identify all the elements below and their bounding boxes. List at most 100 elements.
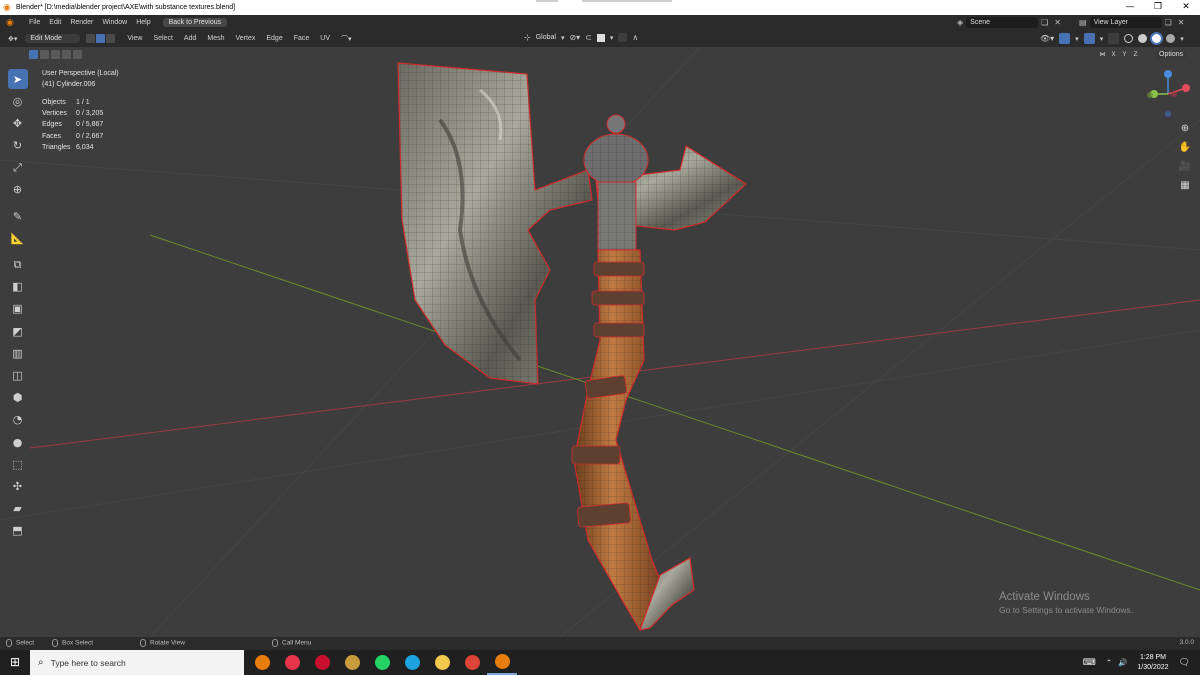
poly-build-tool[interactable]: ⬢	[8, 388, 28, 408]
editor-type-icon[interactable]: ✥▾	[8, 35, 17, 43]
edge-browser-app[interactable]	[397, 650, 427, 675]
overlay-chevron-icon[interactable]: ▾	[1100, 35, 1104, 43]
menu-edge[interactable]: Edge	[266, 35, 282, 42]
bevel-tool[interactable]: ◩	[8, 321, 28, 341]
mode-invert-selection-icon[interactable]	[62, 50, 71, 59]
snap-icon[interactable]: ⊂	[585, 33, 592, 42]
3d-viewport[interactable]: ⋈ X Y Z Options ⊕ ✋ 🎥 ▦ Activate Windows…	[0, 47, 1200, 637]
windows-start-icon[interactable]: ⊞	[0, 650, 30, 675]
mode-subtract-selection-icon[interactable]	[51, 50, 60, 59]
blender-menu-icon[interactable]: ◉	[6, 17, 20, 29]
rip-region-tool[interactable]: ⬒	[8, 521, 28, 541]
edge-slide-tool[interactable]: ⬚	[8, 454, 28, 474]
scene-close-icon[interactable]: ✕	[1054, 18, 1061, 27]
notifications-icon[interactable]: 🗨	[1179, 657, 1190, 668]
chrome-browser-app[interactable]	[457, 650, 487, 675]
menu-add[interactable]: Add	[184, 35, 196, 42]
menu-render[interactable]: Render	[70, 19, 93, 26]
league-of-legends-app[interactable]	[337, 650, 367, 675]
gizmo-chevron-icon[interactable]: ▾	[1075, 35, 1079, 43]
substance-painter-app[interactable]	[277, 650, 307, 675]
minimize-button[interactable]: —	[1116, 0, 1144, 15]
proportional-edit-icon[interactable]	[618, 33, 628, 42]
measure-tool[interactable]: 📐	[8, 228, 28, 248]
shear-tool[interactable]: ▰	[8, 499, 28, 519]
menu-file[interactable]: File	[29, 19, 40, 26]
blender-app[interactable]	[247, 650, 277, 675]
orientation-dropdown[interactable]: Global	[536, 34, 556, 41]
extrude-tool[interactable]: ◧	[8, 277, 28, 297]
annotate-tool[interactable]: ✎	[8, 206, 28, 226]
mode-new-selection-icon[interactable]	[29, 50, 38, 59]
snap-target-icon[interactable]	[596, 33, 605, 42]
mode-dropdown[interactable]: Edit Mode	[25, 34, 81, 43]
gizmo-toggle-icon[interactable]	[1059, 33, 1071, 44]
menu-uv[interactable]: UV	[320, 35, 330, 42]
knife-tool[interactable]: ◫	[8, 365, 28, 385]
keyboard-icon[interactable]: ⌨	[1083, 657, 1096, 668]
spin-tool[interactable]: ◔	[8, 410, 28, 430]
mirror-icon[interactable]: ⋈	[1098, 50, 1107, 60]
shrink-fatten-tool[interactable]: ✣	[8, 476, 28, 496]
speaker-icon[interactable]: 🔊	[1118, 658, 1127, 667]
vertex-select-icon[interactable]	[86, 34, 96, 43]
cursor-tool[interactable]: ◎	[8, 91, 28, 111]
whatsapp-app[interactable]	[367, 650, 397, 675]
wireframe-shading-icon[interactable]	[1124, 34, 1134, 43]
tray-chevron-icon[interactable]: ⌃	[1106, 658, 1112, 667]
davinci-resolve-app[interactable]	[307, 650, 337, 675]
pan-hand-icon[interactable]: ✋	[1178, 141, 1192, 154]
loop-cut-tool[interactable]: ▥	[8, 343, 28, 363]
menu-window[interactable]: Window	[102, 19, 127, 26]
axis-z-button[interactable]: Z	[1131, 50, 1140, 60]
back-to-previous-button[interactable]: Back to Previous	[162, 18, 228, 27]
menu-select[interactable]: Select	[153, 35, 172, 42]
snap-chevron-icon[interactable]: ▾	[610, 34, 614, 42]
mode-intersect-selection-icon[interactable]	[73, 50, 82, 59]
menu-vertex[interactable]: Vertex	[236, 35, 256, 42]
shading-chevron-icon[interactable]: ▾	[1180, 35, 1184, 43]
xray-toggle-icon[interactable]	[1108, 33, 1120, 44]
scene-icon[interactable]: ◈	[957, 18, 963, 27]
rotate-tool[interactable]: ↻	[8, 136, 28, 156]
taskbar-clock[interactable]: 1:28 PM 1/30/2022	[1137, 653, 1168, 673]
view-layer-field[interactable]: View Layer	[1089, 17, 1162, 28]
solid-shading-icon[interactable]	[1138, 34, 1148, 43]
xray-dropdown-icon[interactable]: ⌒▾	[341, 34, 352, 44]
axis-x-button[interactable]: X	[1109, 50, 1118, 60]
material-shading-icon[interactable]	[1152, 34, 1162, 43]
maximize-button[interactable]: ❐	[1144, 0, 1172, 15]
visibility-icon[interactable]: 👁▾	[1040, 34, 1054, 43]
zoom-icon[interactable]: ⊕	[1178, 122, 1192, 135]
navigation-gizmo[interactable]	[1140, 66, 1196, 122]
move-tool[interactable]: ✥	[8, 113, 28, 133]
close-button[interactable]: ✕	[1172, 0, 1200, 15]
view-layer-copy-icon[interactable]: ❏	[1165, 18, 1172, 27]
menu-help[interactable]: Help	[136, 19, 150, 26]
options-dropdown[interactable]: Options	[1155, 50, 1188, 59]
blender-app-running[interactable]	[487, 650, 517, 675]
smooth-tool[interactable]: ●	[8, 432, 28, 452]
camera-view-icon[interactable]: 🎥	[1178, 160, 1192, 173]
menu-edit[interactable]: Edit	[49, 19, 61, 26]
scene-field[interactable]: Scene	[966, 17, 1039, 28]
view-layer-icon[interactable]: ▤	[1079, 18, 1087, 27]
taskbar-search-box[interactable]: ⌕ Type here to search	[30, 650, 244, 675]
scale-tool[interactable]: ⤢	[8, 158, 28, 178]
view-layer-close-icon[interactable]: ✕	[1178, 18, 1185, 27]
menu-view[interactable]: View	[127, 35, 142, 42]
select-box-tool[interactable]: ➤	[7, 69, 28, 89]
scene-copy-icon[interactable]: ❏	[1041, 18, 1048, 27]
add-cube-tool[interactable]: ⧉	[8, 255, 28, 275]
face-select-icon[interactable]	[106, 34, 116, 43]
file-explorer-app[interactable]	[427, 650, 457, 675]
axis-y-button[interactable]: Y	[1120, 50, 1129, 60]
overlay-toggle-icon[interactable]	[1083, 33, 1095, 44]
pivot-icon[interactable]: ⊘▾	[569, 33, 580, 42]
menu-face[interactable]: Face	[294, 35, 310, 42]
rendered-shading-icon[interactable]	[1166, 34, 1176, 43]
falloff-icon[interactable]: ∧	[632, 33, 638, 42]
inset-tool[interactable]: ▣	[8, 299, 28, 319]
mode-extend-selection-icon[interactable]	[40, 50, 49, 59]
perspective-toggle-icon[interactable]: ▦	[1178, 179, 1192, 192]
